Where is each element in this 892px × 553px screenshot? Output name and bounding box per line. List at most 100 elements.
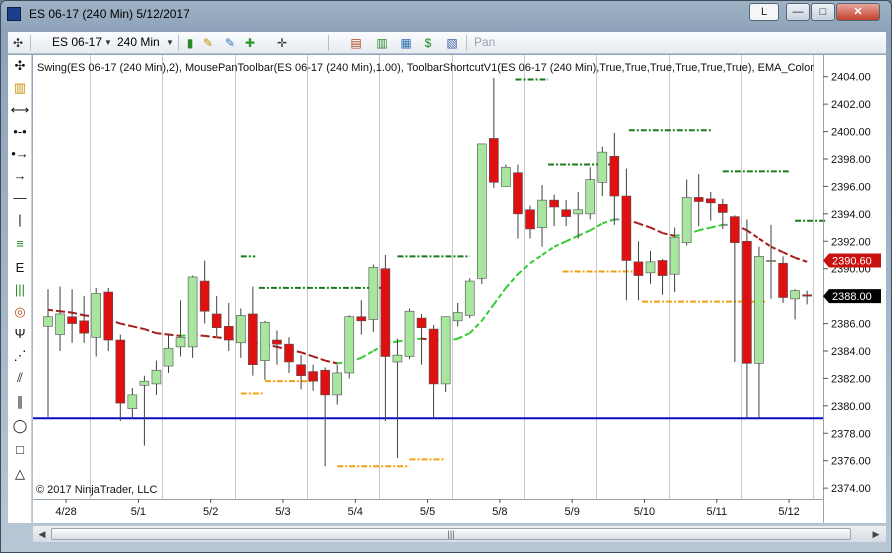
fibonacci-icon[interactable]: ≡ <box>10 235 30 253</box>
y-axis-label: 2382.00 <box>831 373 871 385</box>
interval-selector[interactable]: 240 Min <box>117 35 160 49</box>
ema-segment <box>746 229 760 240</box>
price-chart[interactable]: 2374.00 2376.00 2378.00 2380.00 2382.00 2384.… <box>33 55 886 523</box>
toolbar-separator <box>178 35 179 51</box>
ema-segment <box>794 256 808 263</box>
app-icon <box>7 7 21 21</box>
candle-body <box>103 291 114 341</box>
ema-segment <box>601 218 615 225</box>
y-axis-label: 2380.00 <box>831 401 871 413</box>
trend-channel-icon[interactable]: ∥ <box>10 393 30 411</box>
ema-segment <box>144 328 157 335</box>
candle-body <box>272 339 282 345</box>
indicators-icon[interactable]: ✎ <box>222 35 238 51</box>
ema-segment <box>132 325 145 331</box>
title-bar[interactable]: ES 06-17 (240 Min) 5/12/2017 L — □ ✕ <box>1 1 891 27</box>
ellipse-icon[interactable]: ◯ <box>10 417 30 435</box>
candle-body <box>223 326 234 341</box>
candle-body <box>754 256 764 364</box>
candle-body <box>537 199 547 228</box>
candle-body <box>766 260 776 262</box>
rectangle-icon[interactable]: □ <box>10 441 30 459</box>
scrollbar-thumb[interactable]: ||| <box>51 528 851 540</box>
ray-icon[interactable]: •→ <box>10 145 30 163</box>
indicator-label: Swing(ES 06-17 (240 Min),2), MousePanToo… <box>37 62 814 74</box>
extended-line-icon[interactable]: → <box>10 167 30 185</box>
candle-body <box>43 316 53 327</box>
pan-button[interactable]: Pan <box>474 35 495 49</box>
candle-body <box>730 216 740 243</box>
regression-channel-icon[interactable]: ⫽ <box>10 369 30 387</box>
y-axis-label: 2378.00 <box>831 428 871 440</box>
candle-body <box>597 151 608 183</box>
toolbar-separator <box>30 35 31 51</box>
chevron-down-icon[interactable]: ▼ <box>100 35 116 51</box>
scroll-right-icon[interactable]: ▶ <box>868 527 884 541</box>
strategies-icon[interactable]: ✚ <box>242 35 258 51</box>
last-price-marker-label: 2390.60 <box>832 255 872 267</box>
ema-segment <box>517 262 531 275</box>
triangle-icon[interactable]: △ <box>10 465 30 483</box>
candle-body <box>296 364 306 376</box>
data-box-icon[interactable]: ▦ <box>398 35 414 51</box>
maximize-button[interactable]: □ <box>811 3 835 21</box>
candle-body <box>356 316 367 322</box>
ema-segment <box>360 350 374 359</box>
ema-segment <box>324 359 338 365</box>
ema-segment <box>710 223 724 229</box>
drawing-tools-bar: ✣ ▥ ⟷ •-• •→ → — | ≡ E ||| ◎ Ψ ⋰ ⫽ ∥ ◯ □… <box>8 55 32 523</box>
risk-reward-icon[interactable]: ⟷ <box>10 101 30 119</box>
properties-icon[interactable]: ▤ <box>348 35 364 51</box>
ema-segment <box>638 222 651 229</box>
pointer-icon[interactable]: ✣ <box>10 57 30 75</box>
andrews-pitchfork-icon[interactable]: Ψ <box>10 325 30 343</box>
candle-body <box>669 236 680 275</box>
ema-segment <box>47 308 61 313</box>
bar-style-icon[interactable]: ▮ <box>182 35 198 51</box>
toolbar-separator <box>328 35 329 51</box>
gann-fan-icon[interactable]: ⋰ <box>10 347 30 365</box>
y-axis-label: 2376.00 <box>831 456 871 468</box>
fib-time-icon[interactable]: ||| <box>10 281 30 299</box>
ema-segment <box>168 333 181 337</box>
ema-segment <box>204 334 217 339</box>
ema-segment <box>469 320 483 334</box>
candle-body <box>464 280 475 316</box>
instrument-selector[interactable]: ES 06-17 <box>52 35 102 49</box>
fib-circle-icon[interactable]: ◎ <box>10 303 30 321</box>
candle-body <box>248 313 258 366</box>
draw-tool-icon[interactable]: ✎ <box>200 35 216 51</box>
scroll-left-icon[interactable]: ◀ <box>34 527 50 541</box>
last-price-marker: 2390.60 <box>823 253 881 268</box>
vertical-line-icon[interactable]: | <box>10 211 30 229</box>
x-axis-label: 5/10 <box>634 506 655 518</box>
candle-body <box>561 209 571 217</box>
templates-icon[interactable]: ▧ <box>444 35 460 51</box>
chart-panel[interactable]: 2374.00 2376.00 2378.00 2380.00 2382.00 2384.… <box>33 55 886 523</box>
line-icon[interactable]: •-• <box>10 123 30 141</box>
crosshair-menu-icon[interactable]: ✣ <box>10 35 26 51</box>
candle-body <box>199 280 210 312</box>
candle-body <box>416 317 427 328</box>
candle-body <box>513 172 523 215</box>
copyright-label: © 2017 NinjaTrader, LLC <box>36 484 157 496</box>
y-axis-label: 2402.00 <box>831 99 871 111</box>
link-button[interactable]: L <box>749 3 779 21</box>
chevron-down-icon[interactable]: ▼ <box>162 35 178 51</box>
ema-segment <box>758 237 772 248</box>
fib-extension-icon[interactable]: E <box>10 259 30 277</box>
close-button[interactable]: ✕ <box>836 3 880 21</box>
dollar-icon[interactable]: $ <box>420 35 436 51</box>
y-axis-label: 2398.00 <box>831 154 871 166</box>
chart-style-icon[interactable]: ▥ <box>374 35 390 51</box>
ruler-icon[interactable]: ▥ <box>10 79 30 97</box>
candle-body <box>175 336 186 348</box>
y-axis-label: 2392.00 <box>831 236 871 248</box>
x-axis-label: 5/12 <box>778 506 799 518</box>
horizontal-scrollbar[interactable]: ◀ ||| ▶ <box>33 525 886 542</box>
global-crosshair-icon[interactable]: ✛ <box>274 35 290 51</box>
ema-segment <box>553 240 567 248</box>
horizontal-line-icon[interactable]: — <box>10 189 30 207</box>
candle-body <box>163 347 174 367</box>
minimize-button[interactable]: — <box>786 3 810 21</box>
